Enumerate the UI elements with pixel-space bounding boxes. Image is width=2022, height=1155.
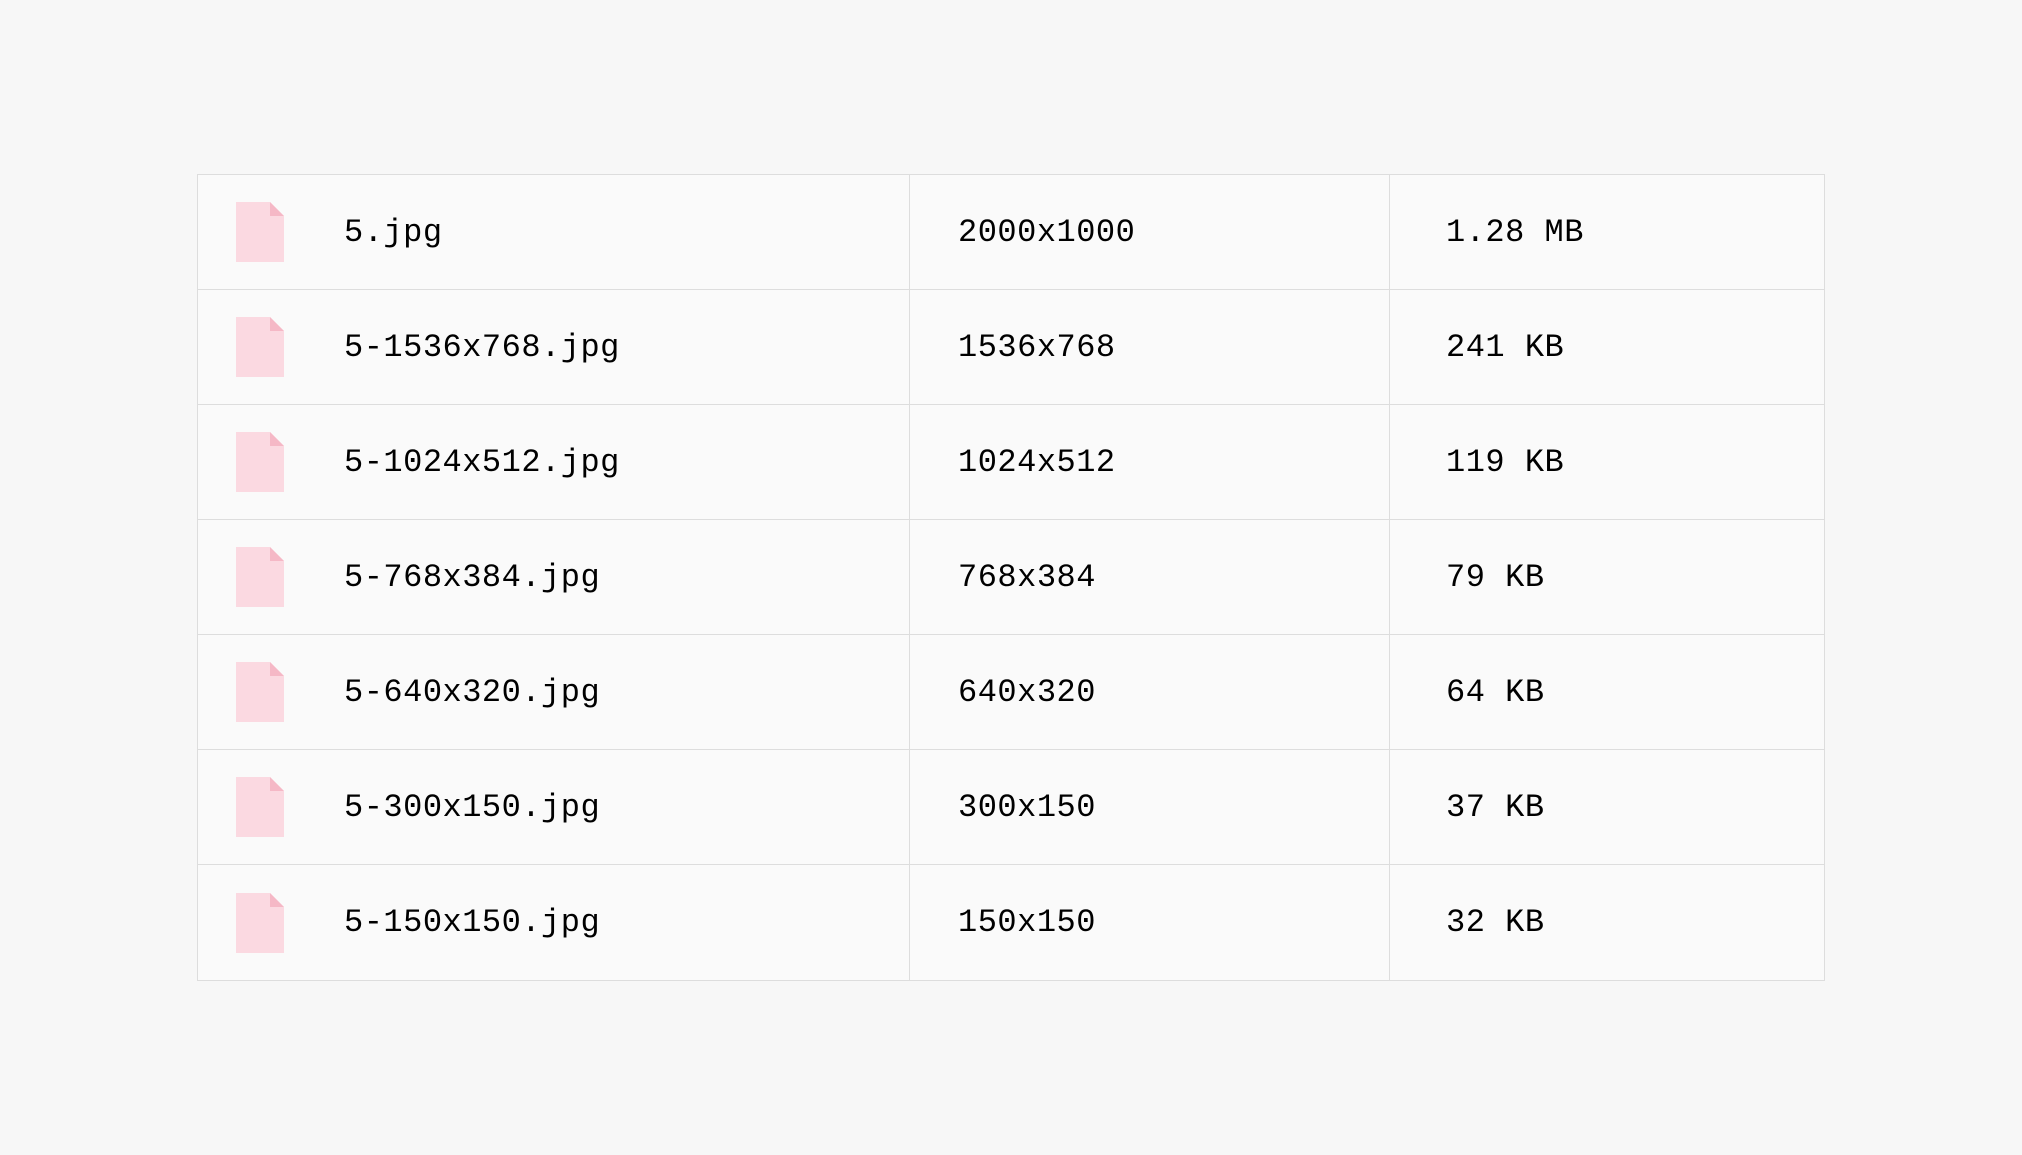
dimensions-label: 640x320 [958, 674, 1096, 711]
filesize-label: 1.28 MB [1446, 214, 1584, 251]
table-row: 5-768x384.jpg 768x384 79 KB [198, 520, 1824, 635]
file-icon [236, 317, 284, 377]
filesize-label: 64 KB [1446, 674, 1545, 711]
filesize-label: 32 KB [1446, 904, 1545, 941]
dimensions-label: 2000x1000 [958, 214, 1135, 251]
table-row: 5-1024x512.jpg 1024x512 119 KB [198, 405, 1824, 520]
file-size-table: 5.jpg 2000x1000 1.28 MB 5-1536x768.jpg 1… [197, 174, 1825, 981]
cell-filename: 5-300x150.jpg [198, 750, 910, 864]
file-icon [236, 547, 284, 607]
filename-label: 5-1536x768.jpg [344, 329, 620, 366]
dimensions-label: 1536x768 [958, 329, 1116, 366]
filesize-label: 37 KB [1446, 789, 1545, 826]
table-row: 5-300x150.jpg 300x150 37 KB [198, 750, 1824, 865]
table-row: 5-640x320.jpg 640x320 64 KB [198, 635, 1824, 750]
file-icon [236, 432, 284, 492]
file-icon [236, 777, 284, 837]
dimensions-label: 768x384 [958, 559, 1096, 596]
cell-filesize: 241 KB [1390, 290, 1824, 404]
cell-filesize: 37 KB [1390, 750, 1824, 864]
cell-dimensions: 150x150 [910, 865, 1390, 980]
dimensions-label: 150x150 [958, 904, 1096, 941]
dimensions-label: 1024x512 [958, 444, 1116, 481]
cell-filename: 5.jpg [198, 175, 910, 289]
cell-dimensions: 2000x1000 [910, 175, 1390, 289]
filesize-label: 79 KB [1446, 559, 1545, 596]
filename-label: 5.jpg [344, 214, 443, 251]
cell-filename: 5-640x320.jpg [198, 635, 910, 749]
cell-dimensions: 640x320 [910, 635, 1390, 749]
table-row: 5.jpg 2000x1000 1.28 MB [198, 175, 1824, 290]
filesize-label: 241 KB [1446, 329, 1564, 366]
file-icon [236, 893, 284, 953]
cell-filesize: 32 KB [1390, 865, 1824, 980]
cell-filename: 5-1536x768.jpg [198, 290, 910, 404]
cell-filename: 5-1024x512.jpg [198, 405, 910, 519]
cell-filesize: 1.28 MB [1390, 175, 1824, 289]
file-icon [236, 202, 284, 262]
dimensions-label: 300x150 [958, 789, 1096, 826]
filename-label: 5-640x320.jpg [344, 674, 600, 711]
cell-filesize: 119 KB [1390, 405, 1824, 519]
cell-dimensions: 1024x512 [910, 405, 1390, 519]
filename-label: 5-768x384.jpg [344, 559, 600, 596]
table-row: 5-150x150.jpg 150x150 32 KB [198, 865, 1824, 980]
filename-label: 5-300x150.jpg [344, 789, 600, 826]
cell-filesize: 79 KB [1390, 520, 1824, 634]
file-icon [236, 662, 284, 722]
cell-dimensions: 300x150 [910, 750, 1390, 864]
filesize-label: 119 KB [1446, 444, 1564, 481]
table-row: 5-1536x768.jpg 1536x768 241 KB [198, 290, 1824, 405]
cell-filename: 5-150x150.jpg [198, 865, 910, 980]
cell-dimensions: 768x384 [910, 520, 1390, 634]
cell-dimensions: 1536x768 [910, 290, 1390, 404]
filename-label: 5-1024x512.jpg [344, 444, 620, 481]
filename-label: 5-150x150.jpg [344, 904, 600, 941]
cell-filesize: 64 KB [1390, 635, 1824, 749]
cell-filename: 5-768x384.jpg [198, 520, 910, 634]
